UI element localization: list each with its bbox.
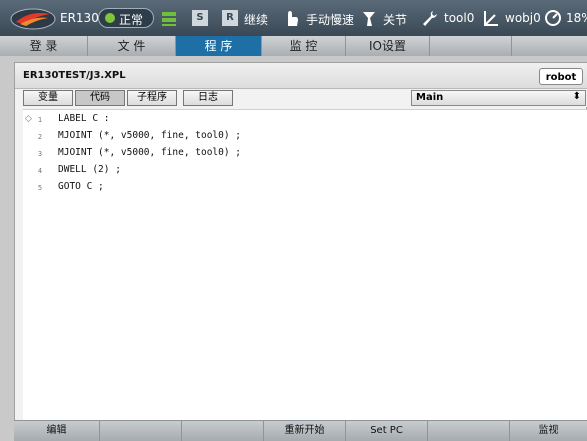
code-text: LABEL C : bbox=[58, 113, 110, 124]
s-button[interactable]: S bbox=[192, 10, 208, 26]
line-number: 5 bbox=[37, 184, 43, 192]
mode-label[interactable]: 手动慢速 bbox=[306, 11, 354, 28]
code-line[interactable]: 3 MJOINT (*, v5000, fine, tool0) ; bbox=[23, 147, 583, 161]
tab-log[interactable]: 日志 bbox=[183, 90, 233, 106]
workobject-axes-icon bbox=[484, 11, 498, 26]
hand-icon bbox=[288, 11, 298, 26]
function-button-3[interactable] bbox=[182, 421, 264, 441]
line-number: 4 bbox=[37, 167, 43, 175]
code-text: DWELL (2) ; bbox=[58, 164, 121, 175]
stack-icon[interactable] bbox=[160, 8, 178, 28]
line-number: 2 bbox=[37, 133, 43, 141]
top-status-bar: ER130 正常 S R 继续 手动慢速 关节 tool0 wobj0 18% bbox=[0, 0, 587, 36]
tab-empty-2[interactable] bbox=[512, 36, 587, 56]
speed-gauge-icon bbox=[545, 10, 561, 26]
routine-select-value: Main bbox=[416, 92, 444, 103]
routine-select[interactable]: Main ⬍ bbox=[411, 90, 586, 106]
robot-button[interactable]: robot bbox=[539, 68, 583, 85]
sub-tab-bar: 变量 代码 子程序 日志 Main ⬍ bbox=[15, 89, 587, 107]
program-panel: ER130TEST/J3.XPL robot 变量 代码 子程序 日志 Main… bbox=[14, 62, 587, 423]
code-text: MJOINT (*, v5000, fine, tool0) ; bbox=[58, 130, 242, 141]
tool-label[interactable]: tool0 bbox=[444, 11, 474, 25]
tab-empty-1[interactable] bbox=[430, 36, 512, 56]
code-line[interactable]: ◇ 1 LABEL C : bbox=[23, 113, 583, 127]
set-pc-button[interactable]: Set PC bbox=[346, 421, 428, 441]
r-button[interactable]: R bbox=[222, 10, 238, 26]
code-text: MJOINT (*, v5000, fine, tool0) ; bbox=[58, 147, 242, 158]
continue-label[interactable]: 继续 bbox=[244, 11, 268, 28]
tab-subroutine[interactable]: 子程序 bbox=[127, 90, 177, 106]
code-line[interactable]: 5 GOTO C ; bbox=[23, 181, 583, 195]
status-dot-icon bbox=[105, 13, 115, 23]
joint-icon bbox=[363, 12, 375, 26]
wrench-icon bbox=[423, 11, 437, 26]
bottom-function-bar: 编辑 重新开始 Set PC 监视 bbox=[14, 420, 587, 441]
wobj-label[interactable]: wobj0 bbox=[505, 11, 541, 25]
status-text: 正常 bbox=[119, 13, 144, 27]
tab-program[interactable]: 程 序 bbox=[176, 36, 262, 56]
file-header: ER130TEST/J3.XPL robot bbox=[15, 63, 587, 89]
tab-variables[interactable]: 变量 bbox=[23, 90, 73, 106]
tab-code[interactable]: 代码 bbox=[75, 90, 125, 106]
coordinate-mode-label[interactable]: 关节 bbox=[383, 11, 407, 28]
robot-model-label: ER130 bbox=[60, 11, 99, 25]
line-number: 1 bbox=[37, 116, 43, 124]
code-line[interactable]: 4 DWELL (2) ; bbox=[23, 164, 583, 178]
main-tab-bar: 登 录 文 件 程 序 监 控 IO设置 bbox=[0, 36, 587, 56]
status-indicator[interactable]: 正常 bbox=[98, 8, 154, 28]
tab-login[interactable]: 登 录 bbox=[0, 36, 88, 56]
function-button-6[interactable] bbox=[428, 421, 510, 441]
updown-arrow-icon: ⬍ bbox=[572, 91, 581, 102]
speed-label[interactable]: 18% bbox=[566, 11, 587, 25]
line-number: 3 bbox=[37, 150, 43, 158]
tab-file[interactable]: 文 件 bbox=[88, 36, 176, 56]
program-filename: ER130TEST/J3.XPL bbox=[23, 70, 126, 81]
logo-icon bbox=[10, 8, 56, 30]
edit-button[interactable]: 编辑 bbox=[14, 421, 100, 441]
tab-io-settings[interactable]: IO设置 bbox=[346, 36, 430, 56]
code-editor[interactable]: ◇ 1 LABEL C : 2 MJOINT (*, v5000, fine, … bbox=[23, 109, 587, 423]
code-line[interactable]: 2 MJOINT (*, v5000, fine, tool0) ; bbox=[23, 130, 583, 144]
function-button-2[interactable] bbox=[100, 421, 182, 441]
code-text: GOTO C ; bbox=[58, 181, 104, 192]
restart-button[interactable]: 重新开始 bbox=[264, 421, 346, 441]
program-pointer-icon: ◇ bbox=[25, 114, 32, 124]
watch-button[interactable]: 监视 bbox=[510, 421, 587, 441]
tab-monitor[interactable]: 监 控 bbox=[262, 36, 346, 56]
